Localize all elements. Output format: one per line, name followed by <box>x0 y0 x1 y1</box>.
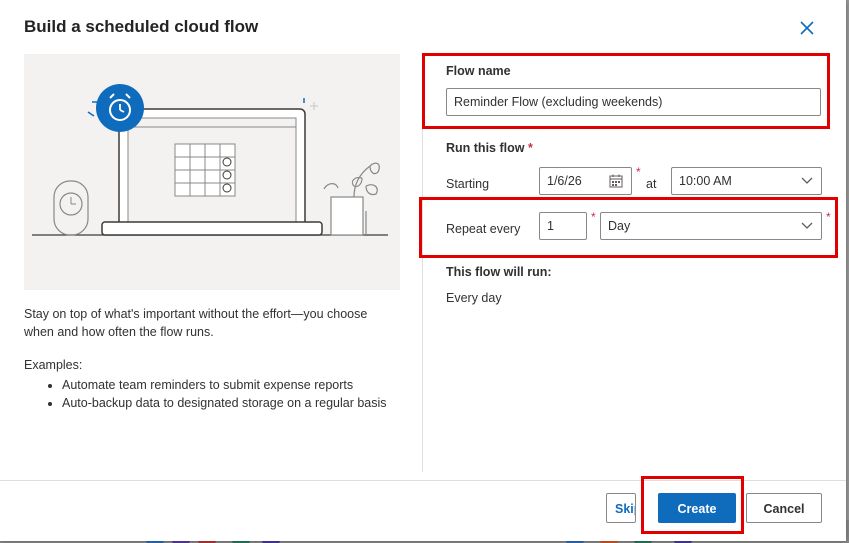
flow-name-input[interactable] <box>446 88 821 116</box>
flow-name-label: Flow name <box>446 64 511 78</box>
repeat-unit-value: Day <box>608 219 631 233</box>
cancel-button[interactable]: Cancel <box>746 493 822 523</box>
start-date-picker[interactable]: 1/6/26 <box>539 167 632 195</box>
chevron-down-icon <box>801 222 813 229</box>
scheduled-flow-illustration <box>24 54 400 290</box>
run-this-flow-text: Run this flow <box>446 141 525 155</box>
required-indicator: * <box>636 165 641 179</box>
start-date-value: 1/6/26 <box>547 174 582 188</box>
flow-will-run-label: This flow will run: <box>446 265 552 279</box>
repeat-interval-input[interactable] <box>539 212 587 240</box>
required-indicator: * <box>591 210 596 224</box>
footer-divider <box>0 480 846 481</box>
dialog-description: Stay on top of what's important without … <box>24 307 368 339</box>
list-item: Auto-backup data to designated storage o… <box>62 394 404 412</box>
flow-schedule-summary: Every day <box>446 291 502 305</box>
start-time-value: 10:00 AM <box>679 174 732 188</box>
examples-list: Automate team reminders to submit expens… <box>24 376 404 412</box>
create-button[interactable]: Create <box>658 493 736 523</box>
start-time-dropdown[interactable]: 10:00 AM <box>671 167 822 195</box>
starting-label: Starting <box>446 177 490 191</box>
build-scheduled-flow-dialog: Build a scheduled cloud flow Stay on top… <box>0 0 846 541</box>
list-item: Automate team reminders to submit expens… <box>62 376 404 394</box>
laptop-clock-illustration <box>32 84 388 236</box>
examples-heading: Examples: <box>24 358 83 372</box>
chevron-down-icon <box>801 177 813 184</box>
required-indicator: * <box>826 210 831 224</box>
required-indicator: * <box>527 141 533 155</box>
repeat-every-label: Repeat every <box>446 222 521 236</box>
panel-divider <box>422 54 423 472</box>
at-label: at <box>646 177 657 191</box>
calendar-icon[interactable] <box>609 174 623 188</box>
run-this-flow-label: Run this flow * <box>446 141 533 155</box>
dialog-title: Build a scheduled cloud flow <box>24 17 259 36</box>
close-icon[interactable] <box>797 18 817 38</box>
repeat-unit-dropdown[interactable]: Day <box>600 212 822 240</box>
skip-button[interactable]: Skip <box>606 493 636 523</box>
